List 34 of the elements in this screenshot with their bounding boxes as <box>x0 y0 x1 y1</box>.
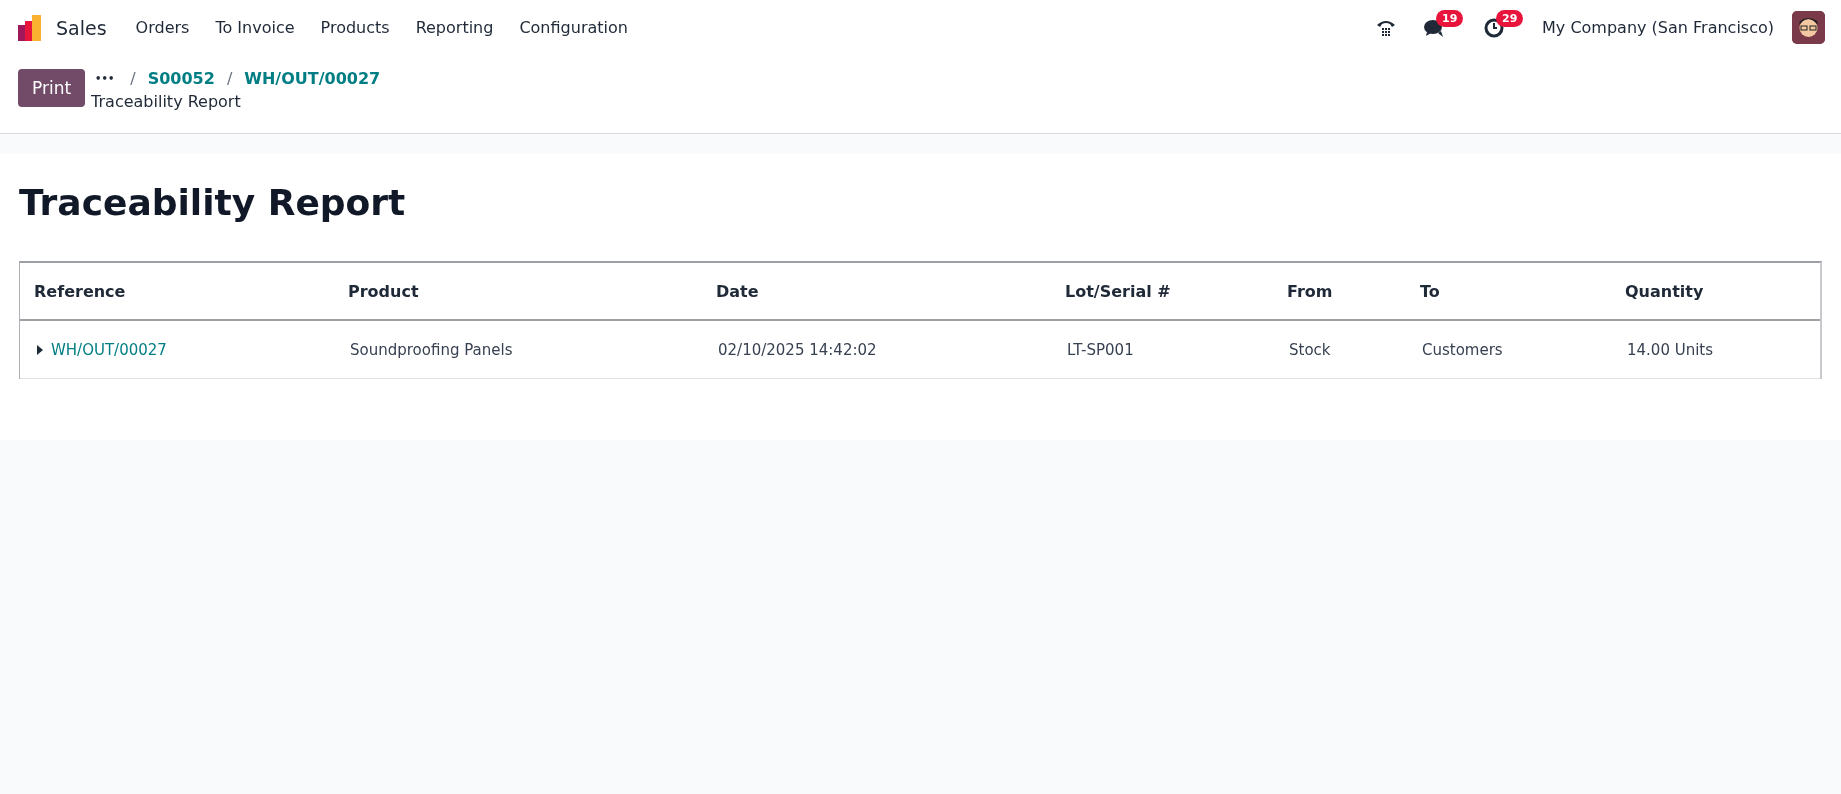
user-avatar-icon[interactable] <box>1792 11 1825 44</box>
activity-count-badge: 29 <box>1496 9 1524 27</box>
menu-item[interactable]: Configuration <box>506 18 641 37</box>
table-cell-text: Customers <box>1421 340 1504 359</box>
table-cell-text: Stock <box>1288 340 1332 359</box>
column-header: Quantity <box>1624 281 1705 301</box>
breadcrumb-separator: / <box>130 69 136 88</box>
menu-item[interactable]: Orders <box>122 18 203 37</box>
column-header: Lot/Serial # <box>1064 281 1172 301</box>
clock-icon[interactable] <box>1484 17 1505 38</box>
table-cell-text: 14.00 Units <box>1626 340 1715 359</box>
menu-item[interactable]: To Invoice <box>202 18 308 37</box>
app-name[interactable]: Sales <box>56 16 107 39</box>
breadcrumb-more-button[interactable]: ••• <box>91 73 119 84</box>
reference-link[interactable]: WH/OUT/00027 <box>51 340 167 359</box>
column-header: Reference <box>33 281 127 301</box>
column-header: Product <box>347 281 420 301</box>
column-header: From <box>1286 281 1334 301</box>
column-header: To <box>1419 281 1441 301</box>
caret-right-icon[interactable] <box>37 344 43 355</box>
menu-item[interactable]: Products <box>307 18 403 37</box>
column-header: Date <box>715 281 760 301</box>
table-cell-text: 02/10/2025 14:42:02 <box>717 340 878 359</box>
breadcrumb-link[interactable]: S00052 <box>147 69 215 88</box>
message-count-badge: 19 <box>1436 9 1464 27</box>
current-page-title: Traceability Report <box>91 92 242 111</box>
company-switcher[interactable]: My Company (San Francisco) <box>1542 18 1774 37</box>
breadcrumb-link[interactable]: WH/OUT/00027 <box>244 69 381 88</box>
table-cell-text: Soundproofing Panels <box>349 340 514 359</box>
print-button[interactable]: Print <box>18 69 86 107</box>
menu-item[interactable]: Reporting <box>402 18 507 37</box>
breadcrumb-separator: / <box>226 69 233 88</box>
report-title: Traceability Report <box>19 182 407 223</box>
table-cell-text: LT-SP001 <box>1066 340 1135 359</box>
